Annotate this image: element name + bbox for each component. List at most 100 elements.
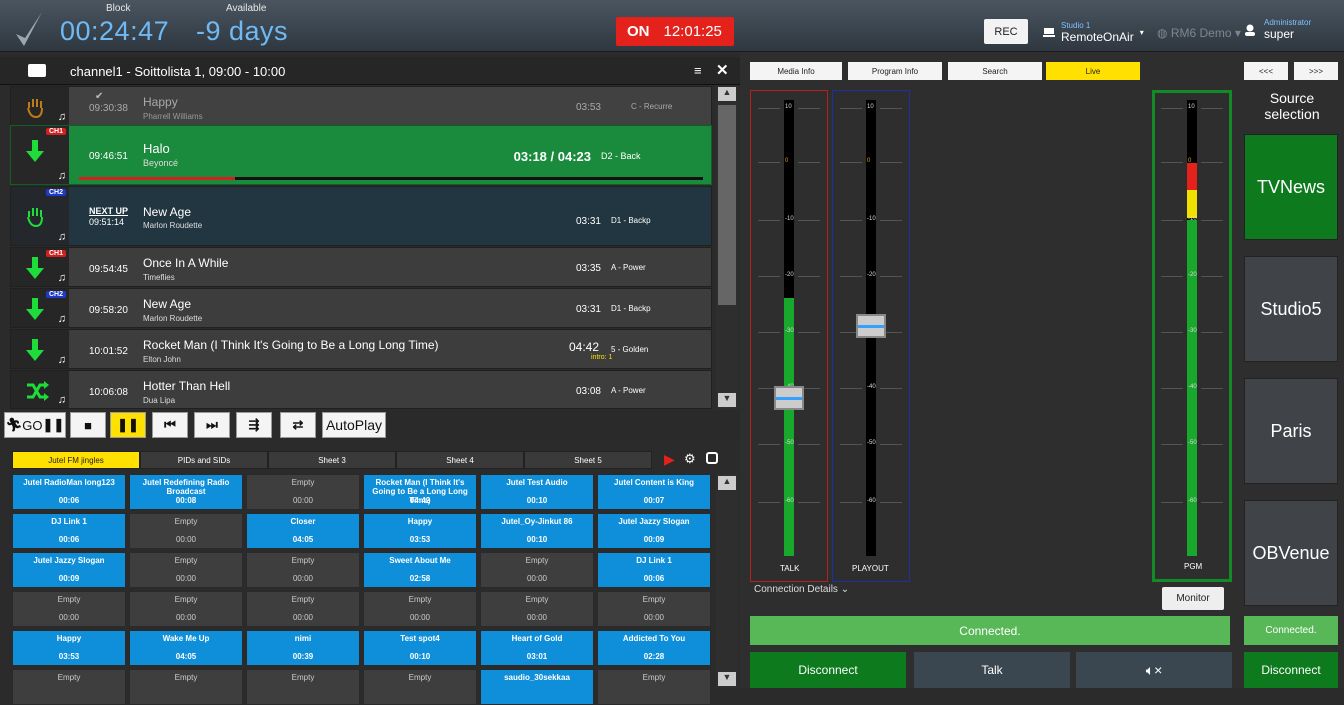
tab-jutel-fm-jingles[interactable]: Jutel FM jingles	[12, 451, 140, 469]
next-page-button[interactable]: >>>	[1294, 62, 1338, 80]
playlist-row-playing[interactable]: CH1 ♫ 09:46:51 Halo Beyoncé 03:18 / 04:2…	[10, 125, 712, 185]
connection-details-toggle[interactable]: Connection Details ⌄	[754, 584, 849, 595]
meter-gridline	[880, 220, 902, 221]
meter-gridline	[1201, 220, 1223, 221]
row-icon-cell: CH2 ♫	[11, 187, 69, 245]
jingle-cell[interactable]: Jutel Content is King 00:07	[597, 474, 711, 510]
jingle-cell[interactable]: Empty 00:00	[480, 591, 594, 627]
jingle-cell[interactable]: Empty	[246, 669, 360, 705]
jingle-cell[interactable]: Empty	[12, 669, 126, 705]
tab-search[interactable]: Search	[948, 62, 1042, 80]
playlist-row[interactable]: ♫ 10:06:08 Hotter Than Hell Dua Lipa 03:…	[10, 370, 712, 409]
playlist-row[interactable]: CH1 ♫ 09:54:45 Once In A While Timeflies…	[10, 247, 712, 287]
meter-tick-label: -10	[867, 216, 876, 222]
jingle-cell[interactable]: Empty 00:00	[246, 474, 360, 510]
jingle-cell[interactable]: Rocket Man (I Think It's Going to Be a L…	[363, 474, 477, 510]
jingle-cell[interactable]: Jutel RadioMan long123 00:06	[12, 474, 126, 510]
jingle-cell[interactable]: Closer 04:05	[246, 513, 360, 549]
jingle-cell[interactable]: Empty 00:00	[480, 552, 594, 588]
tab-pids-sids[interactable]: PIDs and SIDs	[140, 451, 268, 469]
jingle-cell[interactable]: Empty 00:00	[129, 552, 243, 588]
playlist-row[interactable]: ♫ 10:01:52 Rocket Man (I Think It's Goin…	[10, 329, 712, 369]
playlist-menu-icon[interactable]: ≡	[694, 63, 702, 78]
scroll-down-icon[interactable]: ▼	[718, 393, 736, 407]
playlist-row[interactable]: CH2 ♫ 09:58:20 New Age Marlon Roudette 0…	[10, 288, 712, 328]
jingle-cell[interactable]: Jutel Test Audio 00:10	[480, 474, 594, 510]
disconnect-button[interactable]: Disconnect	[750, 652, 906, 688]
source-obvenue[interactable]: OBVenue	[1244, 500, 1338, 606]
autoplay-button[interactable]: AutoPlay	[322, 412, 386, 438]
loop-button[interactable]: ⇄	[280, 412, 316, 438]
jingle-cell[interactable]: Empty 00:00	[129, 591, 243, 627]
meter-gridline	[1201, 332, 1223, 333]
folder-icon[interactable]	[28, 64, 46, 77]
rm6-selector[interactable]: ◍ RM6 Demo ▾	[1157, 26, 1241, 40]
tab-sheet-5[interactable]: Sheet 5	[524, 451, 652, 469]
jingle-cell[interactable]: Sweet About Me 02:58	[363, 552, 477, 588]
music-note-icon: ♫	[57, 313, 66, 325]
studio-selector[interactable]: Studio 1 RemoteOnAir ▾	[1043, 18, 1144, 46]
scroll-up-icon[interactable]: ▲	[718, 87, 736, 101]
next-button[interactable]: ⏭	[194, 412, 230, 438]
fade-button[interactable]: ⇶	[236, 412, 272, 438]
jingle-scrollbar[interactable]: ▲ ▼	[716, 474, 738, 688]
mute-button[interactable]: 🔈︎×	[1076, 652, 1232, 688]
source-studio5[interactable]: Studio5	[1244, 256, 1338, 362]
gear-icon[interactable]: ⚙	[684, 451, 696, 467]
jingle-cell[interactable]: nimi 00:39	[246, 630, 360, 666]
jingle-cell[interactable]: Wake Me Up 04:05	[129, 630, 243, 666]
rec-button[interactable]: REC	[984, 19, 1028, 44]
talk-fader[interactable]	[774, 386, 804, 410]
tab-sheet-4[interactable]: Sheet 4	[396, 451, 524, 469]
jingle-cell[interactable]: Happy 03:53	[12, 630, 126, 666]
jingle-cell[interactable]: Jutel Jazzy Slogan 00:09	[12, 552, 126, 588]
go-button[interactable]: 🏃︎ GO ❚❚	[4, 412, 66, 438]
jingle-cell[interactable]: Test spot4 00:10	[363, 630, 477, 666]
playlist-row-next[interactable]: CH2 ♫ NEXT UP 09:51:14 New Age Marlon Ro…	[10, 186, 712, 246]
jingle-cell[interactable]: DJ Link 1 00:06	[12, 513, 126, 549]
pause-button[interactable]: ❚❚	[110, 412, 146, 438]
jingle-cell[interactable]: Empty	[363, 669, 477, 705]
jingle-cell[interactable]: DJ Link 1 00:06	[597, 552, 711, 588]
jingle-cell[interactable]: Empty 00:00	[363, 591, 477, 627]
source-paris[interactable]: Paris	[1244, 378, 1338, 484]
jingle-cell[interactable]: Empty 00:00	[246, 591, 360, 627]
playlist-row[interactable]: ♫ ✔ 09:30:38 Happy Pharrell Williams 03:…	[10, 86, 712, 126]
source-tvnews[interactable]: TVNews	[1244, 134, 1338, 240]
user-menu[interactable]: Administrator super	[1244, 18, 1311, 41]
scroll-thumb[interactable]	[718, 105, 736, 305]
close-icon[interactable]: ✕	[716, 61, 729, 79]
tab-sheet-3[interactable]: Sheet 3	[268, 451, 396, 469]
jingle-cell[interactable]: saudio_30sekkaa	[480, 669, 594, 705]
meter-gridline	[880, 502, 902, 503]
tab-program-info[interactable]: Program Info	[848, 62, 942, 80]
jingle-cell[interactable]: Empty	[129, 669, 243, 705]
monitor-button[interactable]: Monitor	[1162, 587, 1224, 610]
jingle-cell[interactable]: Addicted To You 02:28	[597, 630, 711, 666]
tab-live[interactable]: Live	[1046, 62, 1140, 80]
jingle-cell[interactable]: Jutel Redefining Radio Broadcast 00:08	[129, 474, 243, 510]
stop-button[interactable]: ■	[70, 412, 106, 438]
prev-page-button[interactable]: <<<	[1244, 62, 1288, 80]
jingle-cell[interactable]: Jutel Jazzy Slogan 00:09	[597, 513, 711, 549]
jingle-cell[interactable]: Happy 03:53	[363, 513, 477, 549]
jingle-cell[interactable]: Empty 00:00	[597, 591, 711, 627]
playlist-scrollbar[interactable]: ▲ ▼	[716, 85, 738, 409]
jingle-cell[interactable]: Empty 00:00	[246, 552, 360, 588]
play-icon[interactable]: ▶	[664, 451, 675, 468]
on-air-indicator[interactable]: ON 12:01:25	[616, 17, 734, 46]
tab-media-info[interactable]: Media Info	[750, 62, 842, 80]
jingle-cell[interactable]: Empty 00:00	[129, 513, 243, 549]
jingle-cell[interactable]: Empty	[597, 669, 711, 705]
playout-fader[interactable]	[856, 314, 886, 338]
stop-all-icon[interactable]	[706, 452, 718, 464]
talk-button[interactable]: Talk	[914, 652, 1070, 688]
source-disconnect-button[interactable]: Disconnect	[1244, 652, 1338, 688]
previous-button[interactable]: ⏮	[152, 412, 188, 438]
jingle-cell[interactable]: Empty 00:00	[12, 591, 126, 627]
jingle-cell[interactable]: Heart of Gold 03:01	[480, 630, 594, 666]
scroll-down-icon[interactable]: ▼	[718, 672, 736, 686]
scroll-up-icon[interactable]: ▲	[718, 476, 736, 490]
row-icon-cell: CH1 ♫	[11, 248, 69, 286]
jingle-cell[interactable]: Jutel_Oy-Jinkut 86 00:10	[480, 513, 594, 549]
